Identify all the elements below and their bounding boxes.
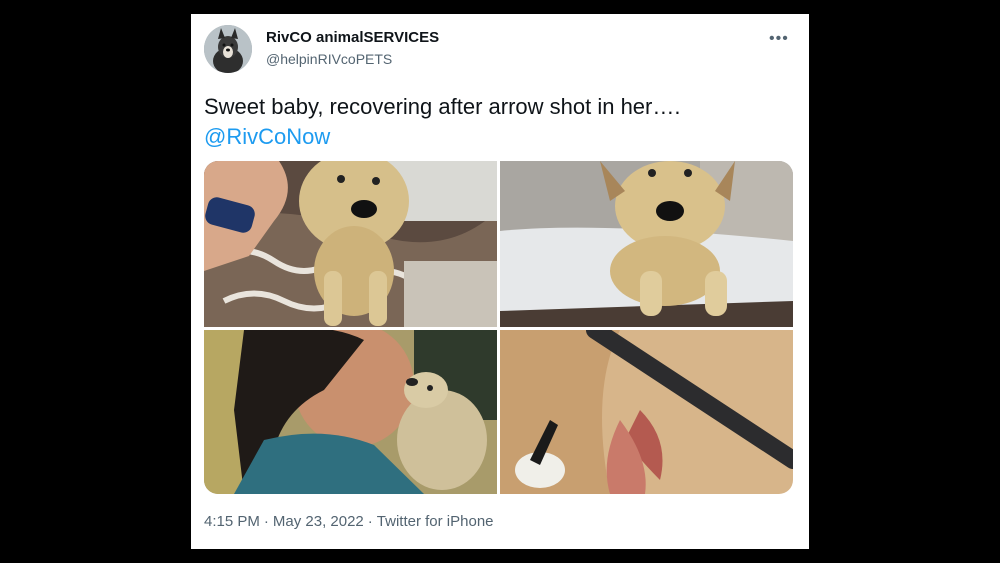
user-handle[interactable]: @helpinRIVcoPETS	[266, 51, 392, 67]
tweet-body: Sweet baby, recovering after arrow shot …	[204, 92, 680, 152]
avatar[interactable]	[204, 25, 252, 73]
photo-dog-on-blanket[interactable]	[204, 161, 497, 327]
ellipsis-icon[interactable]: •••	[769, 31, 789, 47]
tweet-date[interactable]: May 23, 2022	[273, 513, 364, 530]
photo-dog-on-towel[interactable]	[500, 161, 793, 327]
tweet-card[interactable]: RivCO animalSERVICES @helpinRIVcoPETS ••…	[191, 14, 809, 549]
mention-link[interactable]: @RivCoNow	[204, 122, 680, 152]
separator: ·	[367, 513, 373, 530]
tweet-time[interactable]: 4:15 PM	[204, 513, 260, 530]
tweet-text: Sweet baby, recovering after arrow shot …	[204, 94, 681, 119]
tweet-meta: 4:15 PM · May 23, 2022 · Twitter for iPhone	[204, 513, 494, 530]
photo-wound-closeup[interactable]	[500, 330, 793, 494]
display-name[interactable]: RivCO animalSERVICES	[266, 29, 439, 46]
photo-grid	[204, 161, 793, 494]
dog-avatar-icon	[204, 25, 252, 73]
separator: ·	[263, 513, 269, 530]
tweet-source[interactable]: Twitter for iPhone	[377, 513, 494, 530]
photo-woman-with-dog[interactable]	[204, 330, 497, 494]
